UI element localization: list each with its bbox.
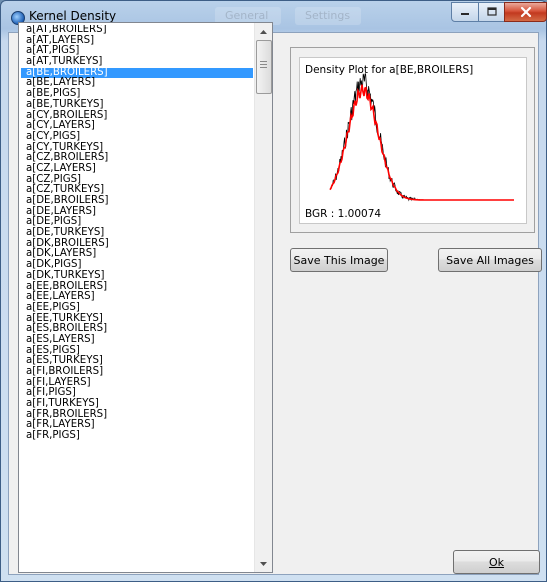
parameter-list: a[AT,BROILERS] a[AT,LAYERS] a[AT,PIGS] a[AT…	[21, 25, 253, 570]
kernel-density-line	[331, 73, 420, 202]
minimize-icon	[461, 13, 469, 15]
list-item[interactable]: a[EE,PIGS]	[21, 302, 253, 314]
scroll-grip-line	[260, 64, 267, 65]
list-item[interactable]: a[DK,TURKEYS]	[21, 270, 253, 282]
background-tab-settings: Settings	[295, 7, 361, 25]
list-item[interactable]: a[CY,PIGS]	[21, 131, 253, 143]
kernel-density-window: Kernel Density General Settings a[AT,BRO…	[0, 0, 547, 582]
scroll-grip-line	[260, 67, 267, 68]
list-vertical-scrollbar[interactable]	[254, 23, 272, 572]
density-plot-curves	[329, 73, 514, 202]
ok-button-label: Ok	[488, 555, 505, 569]
density-plot-frame: Density Plot for a[BE,BROILERS] BGR : 1.…	[290, 47, 535, 233]
window-title: Kernel Density	[29, 9, 117, 23]
density-plot-image: Density Plot for a[BE,BROILERS] BGR : 1.…	[299, 57, 527, 224]
scroll-up-button[interactable]	[255, 23, 272, 40]
close-button[interactable]	[504, 2, 547, 22]
save-all-images-button[interactable]: Save All Images	[438, 248, 542, 272]
scroll-down-button[interactable]	[255, 555, 272, 572]
scroll-down-arrow-icon	[260, 561, 267, 566]
list-item[interactable]: a[FR,PIGS]	[21, 430, 253, 442]
list-item[interactable]: a[BE,TURKEYS]	[21, 99, 253, 111]
maximize-button[interactable]	[478, 2, 505, 22]
bgr-statistic: BGR : 1.00074	[305, 208, 382, 220]
save-this-image-button[interactable]: Save This Image	[290, 248, 388, 272]
scroll-thumb[interactable]	[256, 40, 272, 94]
minimize-button[interactable]	[451, 2, 479, 22]
maximize-icon	[486, 7, 497, 16]
ok-button[interactable]: Ok	[453, 550, 540, 574]
parameter-listbox[interactable]: a[AT,BROILERS] a[AT,LAYERS] a[AT,PIGS] a[AT…	[18, 22, 273, 573]
scroll-grip-line	[260, 61, 267, 62]
close-icon	[520, 6, 531, 18]
smoothed-density-line	[329, 84, 514, 201]
scroll-up-arrow-icon	[260, 29, 267, 34]
